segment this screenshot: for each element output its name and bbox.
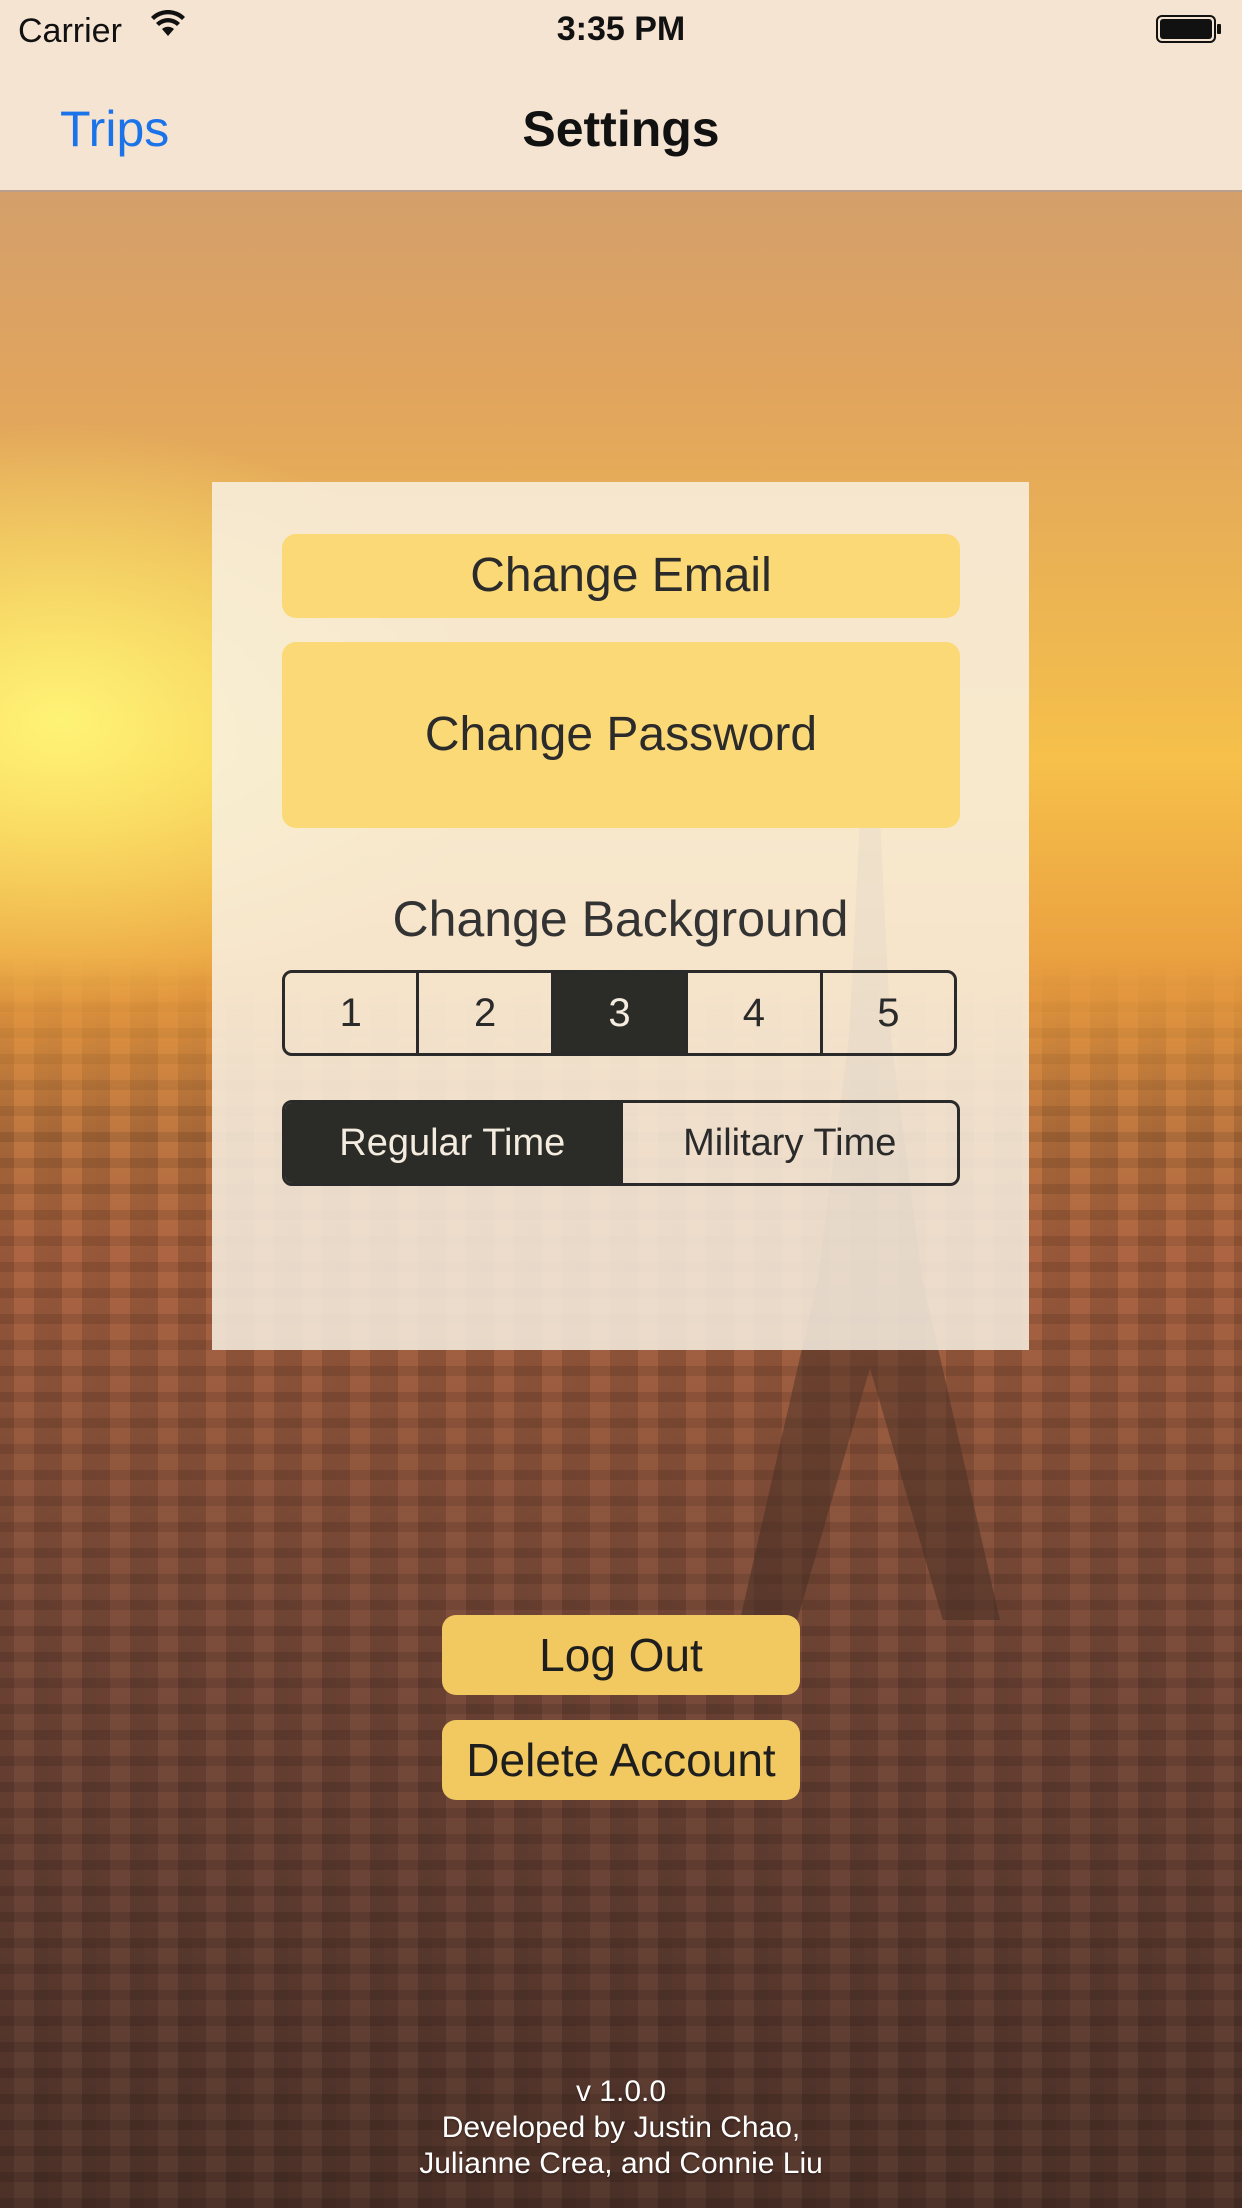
time-format-segmented-control: Regular Time Military Time [282, 1100, 960, 1186]
version-label: v 1.0.0 [575, 2075, 667, 2108]
status-time: 3:35 PM [556, 10, 686, 48]
delete-account-button[interactable]: Delete Account [442, 1720, 800, 1800]
navigation-bar: Trips Settings [0, 60, 1242, 192]
background-option-3[interactable]: 3 [553, 973, 689, 1053]
footer: v 1.0.0 Developed by Justin Chao, Julian… [0, 2074, 1242, 2182]
credits-line-2: Julianne Crea, and Connie Liu [419, 2147, 823, 2180]
background-option-4[interactable]: 4 [688, 973, 823, 1053]
page-title: Settings [522, 101, 720, 157]
settings-panel: Change Email Change Password Change Back… [212, 482, 1029, 1350]
regular-time-option[interactable]: Regular Time [285, 1103, 623, 1183]
change-password-button[interactable]: Change Password [282, 642, 960, 828]
credits-line-1: Developed by Justin Chao, [441, 2111, 801, 2144]
change-background-label: Change Background [392, 891, 849, 947]
change-email-button[interactable]: Change Email [282, 534, 960, 618]
background-option-5[interactable]: 5 [823, 973, 954, 1053]
battery-icon [1156, 15, 1221, 43]
background-option-2[interactable]: 2 [419, 973, 554, 1053]
military-time-option[interactable]: Military Time [623, 1103, 958, 1183]
background-option-1[interactable]: 1 [285, 973, 420, 1053]
log-out-button[interactable]: Log Out [442, 1615, 800, 1695]
background-segmented-control: 1 2 3 4 5 [282, 970, 957, 1056]
status-bar: Carrier 3:35 PM [0, 0, 1242, 60]
